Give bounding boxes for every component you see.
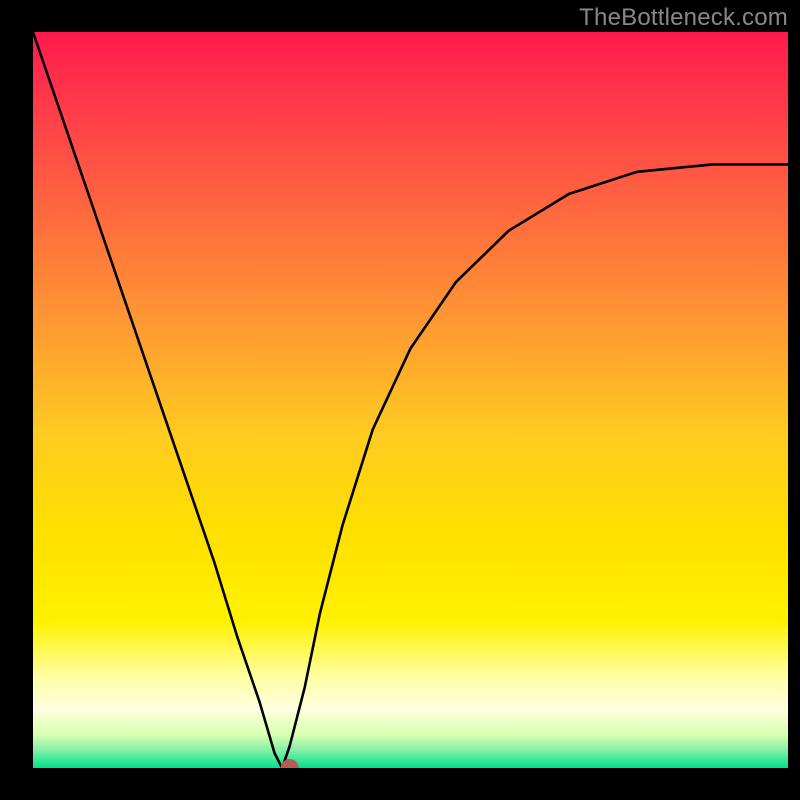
chart-stage: TheBottleneck.com xyxy=(0,0,800,800)
watermark-text: TheBottleneck.com xyxy=(579,4,788,32)
optimal-point-marker xyxy=(281,759,299,777)
bottleneck-plot xyxy=(0,0,800,800)
plot-background xyxy=(33,32,788,768)
